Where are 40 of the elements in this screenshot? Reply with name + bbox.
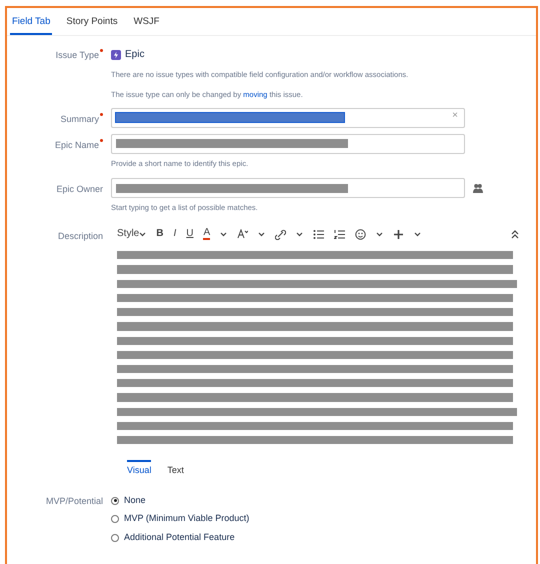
issue-type-value: Epic xyxy=(125,48,144,62)
radio-label: MVP (Minimum Viable Product) xyxy=(124,512,250,526)
mode-tab[interactable]: Visual xyxy=(127,460,152,478)
bullet-list-icon[interactable] xyxy=(313,228,324,240)
radio-button[interactable] xyxy=(111,515,119,523)
text-color-button[interactable]: A xyxy=(203,228,210,240)
caret-icon xyxy=(139,230,146,237)
format-button[interactable]: B xyxy=(156,229,164,240)
format-button[interactable]: U xyxy=(186,229,194,240)
radio-label: None xyxy=(124,494,146,507)
epic-icon xyxy=(111,50,121,60)
field-label: Epic Name xyxy=(54,140,99,150)
epic-owner-field[interactable] xyxy=(111,178,465,198)
field-label: Description xyxy=(56,230,103,244)
mode-tab[interactable]: Text xyxy=(167,460,184,478)
radio-button[interactable] xyxy=(111,496,119,504)
radio-label: Additional Potential Feature xyxy=(124,530,235,544)
caret-icon xyxy=(376,231,384,238)
epic-name-field[interactable] xyxy=(111,134,465,154)
tab[interactable]: Field Tab xyxy=(10,15,52,36)
field-label: Epic Owner xyxy=(55,183,103,196)
caret-icon xyxy=(220,231,228,238)
people-icon xyxy=(473,183,483,193)
style-dropdown[interactable]: Style xyxy=(117,229,146,240)
format-button[interactable]: I xyxy=(173,229,176,240)
caret-icon xyxy=(414,231,422,238)
numbered-list-icon[interactable] xyxy=(334,228,346,240)
field-label: Summary xyxy=(60,114,99,124)
plus-icon[interactable] xyxy=(393,228,404,240)
link-icon[interactable] xyxy=(275,228,286,240)
field-label: MVP/Potential xyxy=(44,494,103,508)
caret-icon xyxy=(258,231,266,238)
field-label: Issue Type xyxy=(56,50,99,60)
text-size-icon[interactable] xyxy=(237,228,248,240)
radio-button[interactable] xyxy=(111,534,119,542)
caret-icon xyxy=(296,231,304,238)
emoji-icon[interactable] xyxy=(355,228,366,240)
tab[interactable]: WSJF xyxy=(132,15,162,36)
tab[interactable]: Story Points xyxy=(64,15,120,36)
collapse-icon xyxy=(511,230,519,239)
